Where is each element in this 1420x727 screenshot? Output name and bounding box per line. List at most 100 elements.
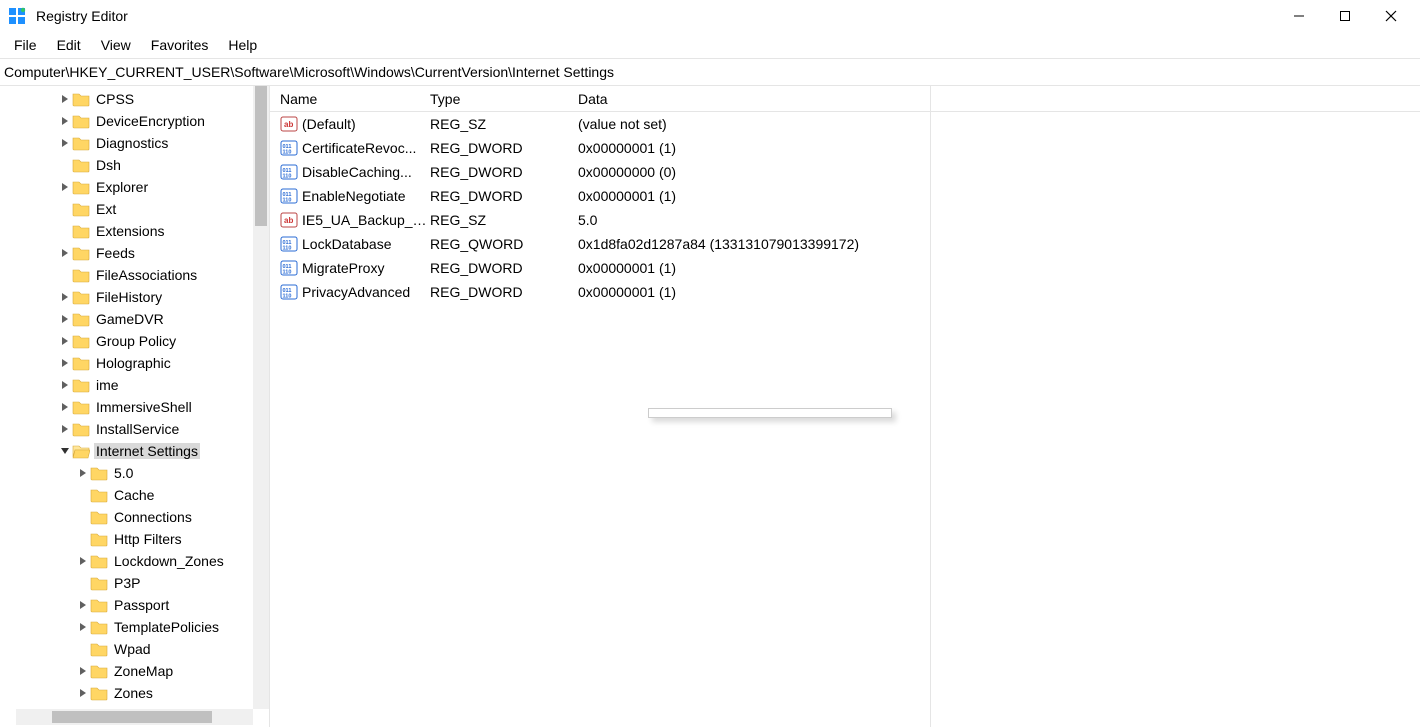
menu-file[interactable]: File — [6, 35, 45, 55]
tree-item[interactable]: Ext — [0, 198, 269, 220]
expander-none — [58, 268, 72, 282]
expander-none — [58, 158, 72, 172]
menubar: File Edit View Favorites Help — [0, 32, 1420, 58]
value-name: LockDatabase — [302, 236, 430, 252]
tree-item-label: Connections — [112, 509, 194, 525]
menu-edit[interactable]: Edit — [49, 35, 89, 55]
menu-help[interactable]: Help — [220, 35, 265, 55]
chevron-right-icon[interactable] — [58, 114, 72, 128]
value-type: REG_DWORD — [430, 284, 578, 300]
tree-item[interactable]: CPSS — [0, 88, 269, 110]
value-row[interactable]: PrivacyAdvancedREG_DWORD0x00000001 (1) — [270, 280, 1420, 304]
regedit-app-icon — [8, 7, 26, 25]
tree-item[interactable]: Connections — [0, 506, 269, 528]
tree-item[interactable]: FileAssociations — [0, 264, 269, 286]
tree-item[interactable]: 5.0 — [0, 462, 269, 484]
tree-item[interactable]: ImmersiveShell — [0, 396, 269, 418]
value-type: REG_DWORD — [430, 140, 578, 156]
value-row[interactable]: (Default)REG_SZ(value not set) — [270, 112, 1420, 136]
address-bar[interactable]: Computer\HKEY_CURRENT_USER\Software\Micr… — [0, 58, 1420, 86]
tree-item-label: TemplatePolicies — [112, 619, 221, 635]
tree-item[interactable]: Holographic — [0, 352, 269, 374]
chevron-right-icon[interactable] — [76, 466, 90, 480]
column-type-header[interactable]: Type — [430, 91, 578, 107]
values-pane-divider[interactable] — [930, 86, 931, 727]
tree-item[interactable]: Group Policy — [0, 330, 269, 352]
chevron-right-icon[interactable] — [58, 92, 72, 106]
value-row[interactable]: LockDatabaseREG_QWORD0x1d8fa02d1287a84 (… — [270, 232, 1420, 256]
chevron-right-icon[interactable] — [58, 400, 72, 414]
chevron-right-icon[interactable] — [58, 422, 72, 436]
tree-item[interactable]: Http Filters — [0, 528, 269, 550]
folder-open-icon — [72, 443, 90, 459]
minimize-button[interactable] — [1276, 0, 1322, 32]
chevron-right-icon[interactable] — [58, 334, 72, 348]
tree-item[interactable]: Explorer — [0, 176, 269, 198]
chevron-down-icon[interactable] — [58, 444, 72, 458]
tree-item[interactable]: P3P — [0, 572, 269, 594]
tree-item-label: Extensions — [94, 223, 166, 239]
chevron-right-icon[interactable] — [58, 136, 72, 150]
expander-none — [76, 576, 90, 590]
menu-favorites[interactable]: Favorites — [143, 35, 217, 55]
column-name-header[interactable]: Name — [280, 91, 430, 107]
folder-icon — [90, 685, 108, 701]
folder-icon — [72, 267, 90, 283]
tree-item[interactable]: GameDVR — [0, 308, 269, 330]
tree-item[interactable]: Zones — [0, 682, 269, 704]
tree-horizontal-scrollbar[interactable] — [16, 709, 253, 725]
values-list[interactable]: (Default)REG_SZ(value not set)Certificat… — [270, 112, 1420, 304]
chevron-right-icon[interactable] — [76, 620, 90, 634]
chevron-right-icon[interactable] — [58, 246, 72, 260]
tree-item[interactable]: ZoneMap — [0, 660, 269, 682]
tree-item[interactable]: ime — [0, 374, 269, 396]
tree-item[interactable]: Lockdown_Zones — [0, 550, 269, 572]
tree-scroll[interactable]: CPSS DeviceEncryptionDiagnosticsDshExplor… — [0, 86, 269, 709]
folder-icon — [90, 619, 108, 635]
value-row[interactable]: IE5_UA_Backup_F...REG_SZ5.0 — [270, 208, 1420, 232]
window-title: Registry Editor — [36, 8, 128, 24]
chevron-right-icon[interactable] — [58, 312, 72, 326]
expander-none — [58, 202, 72, 216]
tree-item-label: CPSS — [94, 91, 136, 107]
folder-icon — [90, 487, 108, 503]
menu-view[interactable]: View — [93, 35, 139, 55]
maximize-button[interactable] — [1322, 0, 1368, 32]
chevron-right-icon[interactable] — [76, 686, 90, 700]
tree-item[interactable]: Feeds — [0, 242, 269, 264]
value-row[interactable]: DisableCaching...REG_DWORD0x00000000 (0) — [270, 160, 1420, 184]
value-type: REG_DWORD — [430, 260, 578, 276]
folder-icon — [72, 311, 90, 327]
value-row[interactable]: EnableNegotiateREG_DWORD0x00000001 (1) — [270, 184, 1420, 208]
value-name: PrivacyAdvanced — [302, 284, 430, 300]
chevron-right-icon[interactable] — [58, 378, 72, 392]
chevron-right-icon[interactable] — [76, 598, 90, 612]
close-button[interactable] — [1368, 0, 1414, 32]
tree-item[interactable]: FileHistory — [0, 286, 269, 308]
tree-item-label: Group Policy — [94, 333, 178, 349]
folder-icon — [72, 135, 90, 151]
tree-item[interactable]: Dsh — [0, 154, 269, 176]
tree-item[interactable]: Diagnostics — [0, 132, 269, 154]
folder-icon — [90, 509, 108, 525]
chevron-right-icon[interactable] — [58, 356, 72, 370]
folder-icon — [72, 113, 90, 129]
tree-item[interactable]: Extensions — [0, 220, 269, 242]
tree-item[interactable]: TemplatePolicies — [0, 616, 269, 638]
tree-item[interactable]: Wpad — [0, 638, 269, 660]
chevron-right-icon[interactable] — [76, 554, 90, 568]
expander-none — [76, 510, 90, 524]
chevron-right-icon[interactable] — [58, 290, 72, 304]
value-row[interactable]: CertificateRevoc...REG_DWORD0x00000001 (… — [270, 136, 1420, 160]
tree-item[interactable]: Internet Settings — [0, 440, 269, 462]
chevron-right-icon[interactable] — [58, 180, 72, 194]
value-data: 0x00000001 (1) — [578, 140, 1420, 156]
tree-item[interactable]: Cache — [0, 484, 269, 506]
tree-item[interactable]: Passport — [0, 594, 269, 616]
tree-vertical-scrollbar[interactable] — [253, 86, 269, 709]
tree-item[interactable]: InstallService — [0, 418, 269, 440]
value-row[interactable]: MigrateProxyREG_DWORD0x00000001 (1) — [270, 256, 1420, 280]
tree-item[interactable]: DeviceEncryption — [0, 110, 269, 132]
chevron-right-icon[interactable] — [76, 664, 90, 678]
column-data-header[interactable]: Data — [578, 91, 1420, 107]
